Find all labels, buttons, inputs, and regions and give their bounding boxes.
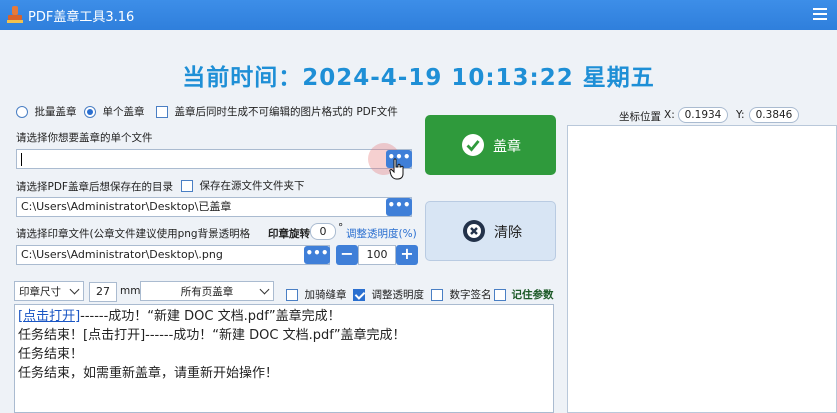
transparency-input[interactable]: 100 [358, 245, 396, 265]
image-pdf-checkbox[interactable]: 盖章后同时生成不可编辑的图片格式的 PDF文件 [156, 104, 398, 119]
window-title: PDF盖章工具3.16 [28, 10, 135, 25]
browse-save-dir-button[interactable]: ••• [386, 198, 412, 216]
stamp-size-select-value: 印章尺寸 [19, 286, 61, 298]
checkbox-checked-icon [353, 289, 365, 301]
transparency-decrease-button[interactable]: − [336, 245, 358, 265]
close-circle-icon [463, 220, 485, 242]
save-dir-input[interactable]: C:\Users\Administrator\Desktop\已盖章 [16, 197, 412, 217]
stamp-file-input[interactable]: C:\Users\Administrator\Desktop\.png [16, 245, 330, 265]
checkbox-icon [181, 180, 193, 192]
stamp-size-input[interactable]: 27 [89, 282, 117, 302]
radio-icon [16, 106, 28, 118]
checkbox-icon [494, 289, 506, 301]
stamp-button-label: 盖章 [493, 139, 521, 155]
transparency-increase-button[interactable]: + [396, 245, 418, 265]
log-line: [点击打开]------成功！“新建 DOC 文档.pdf”盖章完成！ [18, 307, 550, 326]
checkbox-icon [156, 106, 168, 118]
seam-stamp-label: 加骑缝章 [304, 289, 347, 301]
file-select-label: 请选择你想要盖章的单个文件 [16, 132, 153, 144]
coords-x-value: 0.1934 [678, 107, 728, 123]
log-line: 任务结束！ [18, 347, 84, 362]
clear-button-label: 清除 [494, 225, 522, 241]
page-select[interactable]: 所有页盖章 [140, 281, 274, 301]
save-in-source-label: 保存在源文件文件夹下 [199, 180, 305, 192]
remember-params-label: 记住参数 [511, 289, 554, 301]
radio-selected-icon [84, 106, 96, 118]
open-file-link[interactable]: [点击打开] [18, 309, 80, 324]
coords-y-label: Y: [736, 109, 745, 121]
stamp-rotate-input[interactable]: 0 [310, 223, 336, 240]
log-line: 任务结束！[点击打开]------成功！“新建 DOC 文档.pdf”盖章完成！ [18, 328, 406, 343]
log-text: ------成功！“新建 DOC 文档.pdf”盖章完成！ [80, 309, 341, 324]
save-dir-label: 请选择PDF盖章后想保存在的目录 [16, 181, 173, 193]
check-circle-icon [462, 134, 484, 156]
file-path-input[interactable] [16, 149, 412, 169]
size-unit-label: mm [120, 285, 141, 297]
checkbox-icon [431, 289, 443, 301]
hand-cursor-icon [389, 158, 404, 180]
chevron-down-icon [69, 284, 80, 295]
menu-icon[interactable] [813, 8, 827, 21]
current-time: 当前时间：2024-4-19 10:13:22 星期五 [182, 65, 655, 91]
coords-y-value: 0.3846 [749, 107, 799, 123]
single-mode-radio[interactable]: 单个盖章 [84, 104, 145, 119]
checkbox-icon [286, 289, 298, 301]
batch-mode-radio[interactable]: 批量盖章 [16, 104, 77, 119]
chevron-down-icon [259, 284, 270, 295]
remember-params-checkbox[interactable]: 记住参数 [494, 287, 554, 302]
digital-sign-checkbox[interactable]: 数字签名 [431, 287, 492, 302]
image-pdf-label: 盖章后同时生成不可编辑的图片格式的 PDF文件 [174, 106, 398, 118]
log-output: [点击打开]------成功！“新建 DOC 文档.pdf”盖章完成！ 任务结束… [14, 304, 554, 413]
save-in-source-checkbox[interactable]: 保存在源文件文件夹下 [181, 178, 305, 193]
stamp-preview-area[interactable] [567, 125, 837, 413]
seam-stamp-checkbox[interactable]: 加骑缝章 [286, 287, 347, 302]
single-mode-label: 单个盖章 [102, 106, 145, 118]
stamp-size-select[interactable]: 印章尺寸 [14, 281, 84, 301]
batch-mode-label: 批量盖章 [34, 106, 77, 118]
clear-button[interactable]: 清除 [425, 201, 556, 261]
coords-label: 坐标位置 [619, 111, 661, 123]
stamp-button[interactable]: 盖章 [425, 115, 556, 175]
transparency-checkbox[interactable]: 调整透明度 [353, 287, 424, 302]
title-bar: PDF盖章工具3.16 [0, 0, 837, 30]
browse-stamp-file-button[interactable]: ••• [304, 246, 330, 264]
coords-x-label: X: [664, 109, 675, 121]
stamp-file-label: 请选择印章文件(公章文件建议使用png背景透明格 [16, 228, 251, 240]
stamp-app-icon [7, 6, 23, 23]
page-select-value: 所有页盖章 [180, 286, 234, 298]
transparency-label: 调整透明度(%) [346, 228, 417, 240]
log-line: 任务结束，如需重新盖章，请重新开始操作！ [18, 366, 279, 381]
digital-sign-label: 数字签名 [449, 289, 492, 301]
transparency-checkbox-label: 调整透明度 [371, 289, 425, 301]
degree-symbol: ° [338, 222, 344, 234]
stamp-rotate-label: 印章旋转 [268, 228, 310, 240]
